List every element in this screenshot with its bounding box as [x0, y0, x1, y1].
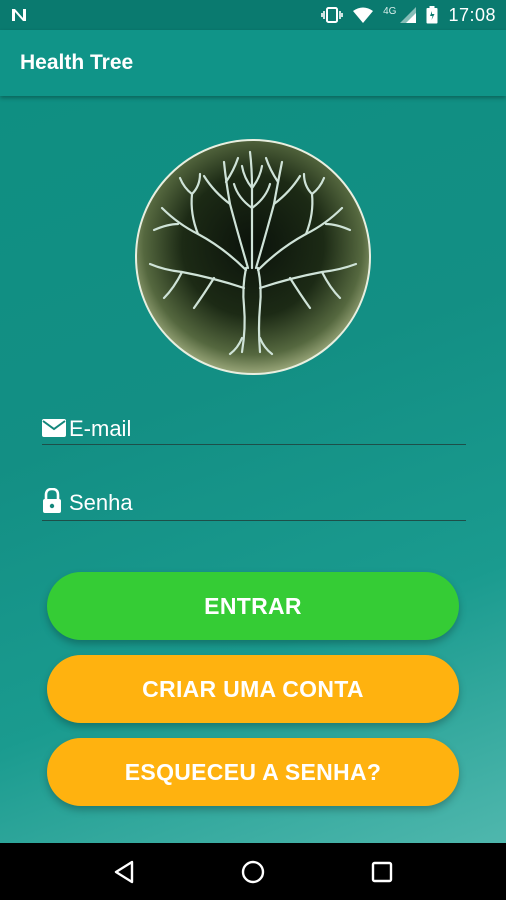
battery-icon: [426, 6, 438, 24]
notification-n-icon: [10, 7, 28, 23]
password-field[interactable]: Senha: [42, 484, 466, 521]
tree-logo-icon: [134, 138, 372, 376]
recents-icon[interactable]: [362, 852, 402, 892]
back-icon[interactable]: [104, 852, 144, 892]
home-icon[interactable]: [233, 852, 273, 892]
status-bar: 4G 17:08: [0, 0, 506, 30]
signal-icon: [400, 7, 417, 23]
wifi-icon: [353, 7, 374, 23]
app-title: Health Tree: [20, 51, 134, 74]
navigation-bar: [0, 843, 506, 900]
vibrate-icon: [321, 7, 343, 23]
email-field[interactable]: E-mail: [42, 414, 466, 445]
lock-icon: [42, 487, 62, 519]
create-account-button[interactable]: CRIAR UMA CONTA: [47, 655, 459, 723]
forgot-password-button[interactable]: ESQUECEU A SENHA?: [47, 738, 459, 806]
status-time: 17:08: [448, 4, 496, 25]
network-type-label: 4G: [383, 5, 397, 17]
enter-button[interactable]: ENTRAR: [47, 572, 459, 640]
login-screen: E-mail Senha ENTRAR CRIAR UMA CONTA ESQU…: [0, 96, 506, 843]
app-bar: Health Tree: [0, 30, 506, 96]
password-field-label: Senha: [69, 490, 133, 515]
email-field-label: E-mail: [69, 416, 132, 441]
envelope-icon: [42, 419, 66, 442]
